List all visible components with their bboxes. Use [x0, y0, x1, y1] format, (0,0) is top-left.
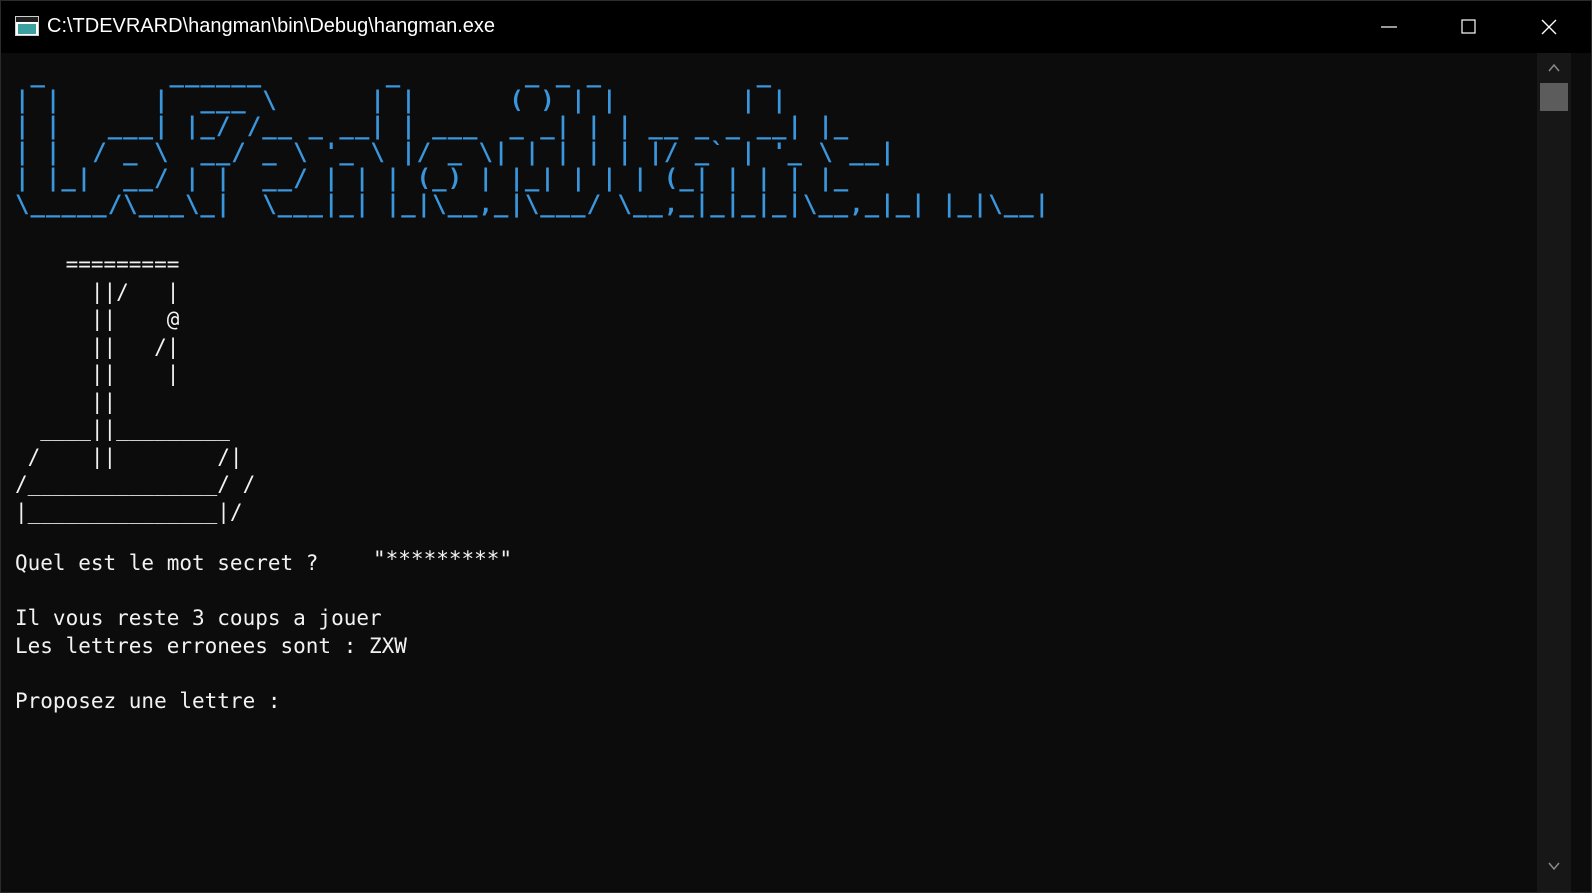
title-bar[interactable]: C:\TDEVRARD\hangman\bin\Debug\hangman.ex… — [1, 1, 1591, 53]
ascii-gallows: ========= ||/ | || @ || /| || | || ____|… — [15, 252, 256, 524]
window-title: C:\TDEVRARD\hangman\bin\Debug\hangman.ex… — [47, 15, 496, 37]
ascii-title-banner: _ ______ _ _ _ _ _ | | | ___ \ | | ( ) |… — [15, 60, 1051, 218]
remaining-attempts: Il vous reste 3 coups a jouer — [15, 606, 382, 630]
scroll-down-icon[interactable] — [1547, 859, 1561, 873]
close-button[interactable] — [1509, 1, 1589, 53]
maximize-icon — [1461, 19, 1476, 34]
console-window: C:\TDEVRARD\hangman\bin\Debug\hangman.ex… — [0, 0, 1592, 893]
console-app-icon[interactable] — [15, 16, 39, 36]
console-output[interactable]: _ ______ _ _ _ _ _ | | | ___ \ | | ( ) |… — [1, 53, 1561, 892]
wrong-letters: Les lettres erronees sont : ZXW — [15, 634, 407, 658]
masked-secret-word: "*********" — [373, 547, 513, 571]
secret-word-question: Quel est le mot secret ? — [15, 551, 319, 575]
vertical-scrollbar[interactable] — [1537, 53, 1571, 892]
minimize-icon — [1381, 26, 1397, 28]
maximize-button[interactable] — [1429, 1, 1509, 53]
scrollbar-thumb[interactable] — [1540, 83, 1568, 111]
letter-prompt[interactable]: Proposez une lettre : — [15, 687, 281, 715]
app-icon-screen — [18, 24, 36, 34]
minimize-button[interactable] — [1349, 1, 1429, 53]
app-icon-bar — [16, 17, 38, 22]
scroll-up-icon[interactable] — [1547, 61, 1561, 75]
close-icon — [1541, 19, 1557, 35]
